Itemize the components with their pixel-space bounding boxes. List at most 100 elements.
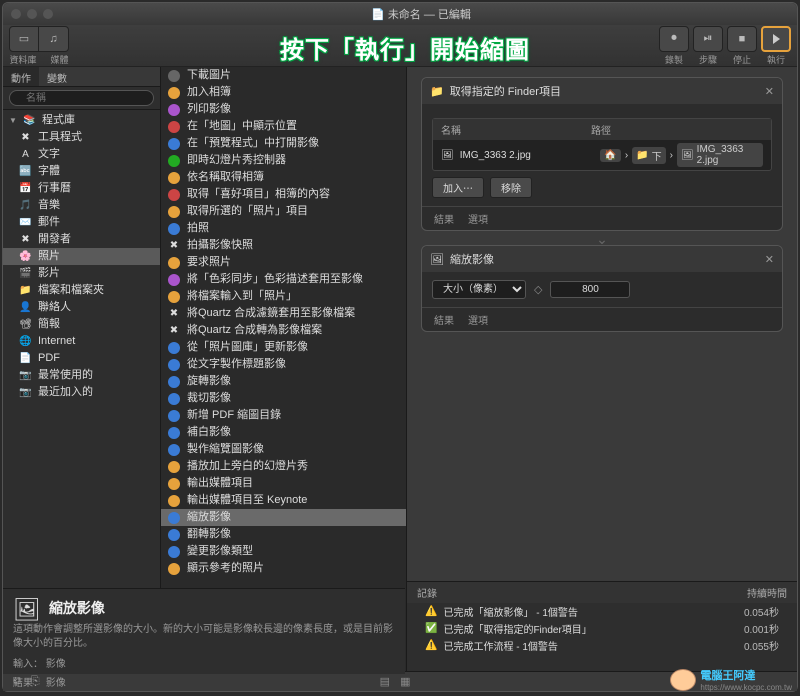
foot-options[interactable]: 選項 (468, 211, 488, 226)
action-item[interactable]: 從「照片圖庫」更新影像 (161, 339, 406, 356)
record-button[interactable]: ⏺ (659, 26, 689, 52)
tab-actions[interactable]: 動作 (3, 67, 39, 86)
actions-list: 下載圖片加入相簿列印影像在「地圖」中顯示位置在「預覽程式」中打開影像即時幻燈片秀… (161, 67, 407, 671)
action-item[interactable]: 拍照 (161, 220, 406, 237)
action-label: 拍照 (187, 221, 209, 236)
action-item[interactable]: 列印影像 (161, 101, 406, 118)
sidebar-item[interactable]: 📷最常使用的 (3, 367, 160, 384)
sidebar-item[interactable]: 📄PDF (3, 350, 160, 367)
size-mode-select[interactable]: 大小（像素） (432, 280, 526, 299)
action-label: 在「地圖」中顯示位置 (187, 119, 297, 134)
media-button[interactable]: ♫ (39, 26, 69, 52)
record-label: 錄製 (665, 53, 683, 66)
table-row[interactable]: 🖼 IMG_3363 2.jpg 🏠› 📁 下› 🖼 IMG_3363 2.jp… (433, 140, 771, 170)
step-button[interactable]: ⏯ (693, 26, 723, 52)
action-label: 輸出媒體項目 (187, 476, 253, 491)
action-icon (167, 392, 181, 406)
action-item[interactable]: 加入相簿 (161, 84, 406, 101)
run-button[interactable] (761, 26, 791, 52)
category-icon: 🎬 (19, 267, 32, 280)
search-input[interactable] (9, 90, 154, 106)
window-controls[interactable] (11, 9, 53, 19)
sidebar-item[interactable]: 📅行事曆 (3, 180, 160, 197)
sidebar-item[interactable]: 🌐Internet (3, 333, 160, 350)
log-row[interactable]: ✅已完成「取得指定的Finder項目」0.001秒 (407, 620, 797, 637)
action-icon (167, 460, 181, 474)
grid-view-icon[interactable]: ▦ (400, 675, 410, 688)
action-item[interactable]: 翻轉影像 (161, 526, 406, 543)
action-item[interactable]: 製作縮覽圖影像 (161, 441, 406, 458)
action-item[interactable]: 依名稱取得相簿 (161, 169, 406, 186)
action-icon (167, 103, 181, 117)
foot-result[interactable]: 結果 (434, 211, 454, 226)
action-icon (167, 528, 181, 542)
sidebar-item[interactable]: A文字 (3, 146, 160, 163)
category-icon: 📽 (19, 318, 32, 331)
action-item[interactable]: 播放加上旁白的幻燈片秀 (161, 458, 406, 475)
sidebar-item[interactable]: 🌸照片 (3, 248, 160, 265)
action-label: 將Quartz 合成濾鏡套用至影像檔案 (187, 306, 355, 321)
action-item[interactable]: 取得所選的「照片」項目 (161, 203, 406, 220)
sidebar-item[interactable]: 🔤字體 (3, 163, 160, 180)
size-value-input[interactable] (550, 281, 630, 298)
library-button[interactable]: ▭ (9, 26, 39, 52)
action-item[interactable]: 即時幻燈片秀控制器 (161, 152, 406, 169)
action-icon (167, 120, 181, 134)
sidebar-item[interactable]: 📁檔案和檔案夾 (3, 282, 160, 299)
action-item[interactable]: 要求照片 (161, 254, 406, 271)
mascot-icon (670, 669, 696, 691)
stop-button[interactable]: ■ (727, 26, 757, 52)
action-icon (167, 171, 181, 185)
action-item[interactable]: ✖︎拍攝影像快照 (161, 237, 406, 254)
tab-variables[interactable]: 變數 (39, 67, 75, 86)
sidebar-item[interactable]: 👤聯絡人 (3, 299, 160, 316)
category-icon: ✖︎ (19, 233, 32, 246)
category-icon: 📁 (19, 284, 32, 297)
foot-options[interactable]: 選項 (468, 312, 488, 327)
sidebar-item[interactable]: 📽簡報 (3, 316, 160, 333)
action-item[interactable]: 從文字製作標題影像 (161, 356, 406, 373)
action-item[interactable]: 新增 PDF 縮圖目錄 (161, 407, 406, 424)
action-icon (167, 494, 181, 508)
action-item[interactable]: 在「地圖」中顯示位置 (161, 118, 406, 135)
library-root[interactable]: ▼📚程式庫 (3, 112, 160, 129)
sidebar-item[interactable]: 🎬影片 (3, 265, 160, 282)
stepper-icon[interactable]: ◇ (534, 283, 542, 296)
action-item[interactable]: 將檔案輸入到「照片」 (161, 288, 406, 305)
sidebar-item[interactable]: ✖︎工具程式 (3, 129, 160, 146)
action-item[interactable]: 縮放影像 (161, 509, 406, 526)
action-label: 製作縮覽圖影像 (187, 442, 264, 457)
action-item[interactable]: ✖︎將Quartz 合成轉為影像檔案 (161, 322, 406, 339)
action-item[interactable]: 輸出媒體項目至 Keynote (161, 492, 406, 509)
category-icon: 👤 (19, 301, 32, 314)
action-item[interactable]: 變更影像類型 (161, 543, 406, 560)
action-item[interactable]: 下載圖片 (161, 67, 406, 84)
close-icon[interactable]: ✕ (765, 85, 774, 98)
action-item[interactable]: 旋轉影像 (161, 373, 406, 390)
sidebar-item[interactable]: 🎵音樂 (3, 197, 160, 214)
sidebar-item[interactable]: 📷最近加入的 (3, 384, 160, 401)
action-item[interactable]: 顯示參考的照片 (161, 560, 406, 577)
action-item[interactable]: 將「色彩同步」色彩描述套用至影像 (161, 271, 406, 288)
add-button[interactable]: 加入⋯ (432, 177, 484, 198)
action-item[interactable]: 補白影像 (161, 424, 406, 441)
action-item[interactable]: 輸出媒體項目 (161, 475, 406, 492)
action-item[interactable]: 在「預覽程式」中打開影像 (161, 135, 406, 152)
action-icon (167, 409, 181, 423)
action-item[interactable]: 裁切影像 (161, 390, 406, 407)
sidebar-item[interactable]: ✖︎開發者 (3, 231, 160, 248)
action-item[interactable]: 取得「喜好項目」相簿的內容 (161, 186, 406, 203)
log-row[interactable]: ⚠️已完成工作流程 - 1個警告0.055秒 (407, 637, 797, 654)
action-icon: ✖︎ (167, 307, 181, 321)
sidebar-item-label: 行事曆 (38, 181, 71, 196)
sidebar-item[interactable]: ✉️郵件 (3, 214, 160, 231)
log-row[interactable]: ⚠️已完成「縮放影像」 - 1個警告0.054秒 (407, 603, 797, 620)
remove-button[interactable]: 移除 (490, 177, 532, 198)
close-icon[interactable]: ✕ (765, 253, 774, 266)
action-label: 要求照片 (187, 255, 231, 270)
action-item[interactable]: ✖︎ 將Quartz 合成濾鏡套用至影像檔案 (161, 305, 406, 322)
foot-result[interactable]: 結果 (434, 312, 454, 327)
action-label: 播放加上旁白的幻燈片秀 (187, 459, 308, 474)
callout-annotation: 按下「執行」開始縮圖 (280, 30, 530, 65)
folder-icon: 📁 (430, 85, 444, 98)
